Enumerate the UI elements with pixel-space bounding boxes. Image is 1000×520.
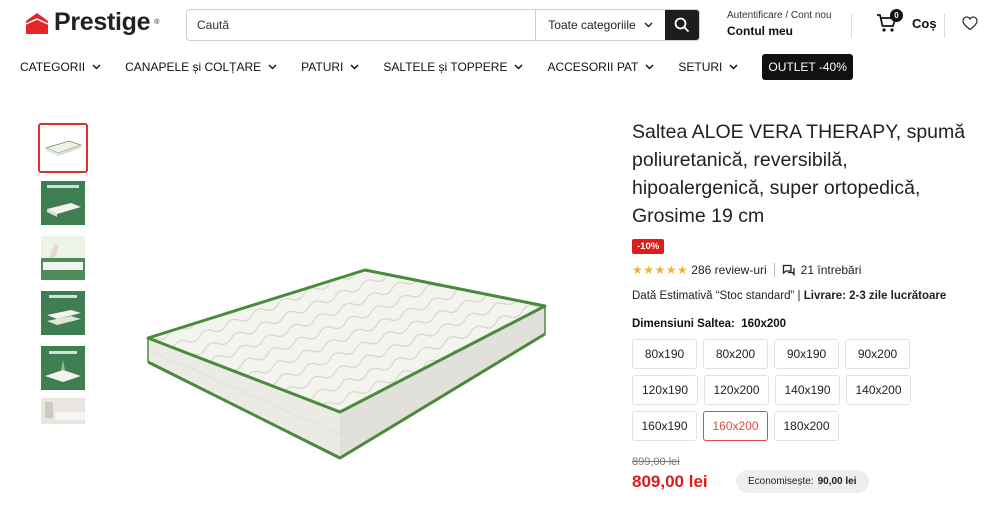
savings-label: Economisește:	[748, 476, 814, 487]
divider	[773, 263, 775, 277]
size-option-180x200[interactable]: 180x200	[774, 411, 839, 441]
size-option-160x190[interactable]: 160x190	[632, 411, 697, 441]
nav-outlet-button[interactable]: OUTLET -40%	[762, 54, 853, 80]
brand-logo[interactable]: Prestige ®	[24, 8, 159, 37]
product-title: Saltea ALOE VERA THERAPY, spumă poliuret…	[632, 121, 966, 227]
promo-thumbnail-image	[41, 181, 85, 225]
search-icon	[674, 17, 690, 33]
size-option-90x190[interactable]: 90x190	[774, 339, 839, 369]
thumbnail-6[interactable]	[38, 398, 88, 426]
nav-item-label: ACCESORII PAT	[547, 60, 639, 74]
heart-icon	[962, 16, 978, 31]
lifestyle-thumbnail-image	[41, 236, 85, 280]
chevron-down-icon	[729, 64, 738, 70]
price-row: 809,00 lei Economisește: 90,00 lei	[632, 470, 982, 493]
current-price: 809,00 lei	[632, 471, 708, 491]
nav-item-accesorii[interactable]: ACCESORII PAT	[547, 60, 654, 74]
wishlist-button[interactable]	[962, 16, 978, 36]
cart-count-badge: 0	[890, 9, 903, 22]
savings-value: 90,00 lei	[817, 476, 857, 487]
thumbnail-1[interactable]	[38, 123, 88, 173]
reviews-link[interactable]: 286 review-uri	[691, 263, 766, 277]
nav-item-seturi[interactable]: SETURI	[678, 60, 738, 74]
product-info: Saltea ALOE VERA THERAPY, spumă poliuret…	[632, 118, 982, 493]
brand-name: Prestige	[54, 8, 151, 36]
cart-icon: 0	[876, 9, 903, 33]
size-options: 80x190 80x200 90x190 90x200 120x190 120x…	[632, 339, 972, 447]
thumbnail-4[interactable]	[38, 288, 88, 338]
search-button[interactable]	[665, 10, 699, 40]
chevron-down-icon	[644, 22, 653, 28]
account-main-label: Contul meu	[727, 24, 793, 38]
size-option-120x200[interactable]: 120x200	[704, 375, 769, 405]
thumbnail-3[interactable]	[38, 233, 88, 283]
mattress-thumbnail-image	[41, 126, 85, 170]
delivery-estimate: Dată Estimativă “Stoc standard” |	[632, 290, 804, 302]
search-input[interactable]	[187, 10, 535, 40]
nav-item-label: SETURI	[678, 60, 723, 74]
dimension-selected-value: 160x200	[741, 318, 787, 330]
size-option-90x200[interactable]: 90x200	[845, 339, 910, 369]
aloe-thumbnail-image	[41, 346, 85, 390]
category-select-label: Toate categoriile	[548, 18, 636, 32]
cart-button[interactable]: 0 Coș	[876, 9, 937, 33]
brand-reg: ®	[154, 19, 160, 26]
size-option-80x190[interactable]: 80x190	[632, 339, 697, 369]
star-rating[interactable]: ★★★★★	[632, 263, 688, 277]
search-bar: Toate categoriile	[186, 9, 700, 41]
chevron-down-icon	[350, 64, 359, 70]
thumbnail-5[interactable]	[38, 343, 88, 393]
old-price: 899,00 lei	[632, 456, 680, 468]
nav-item-canapele[interactable]: CANAPELE și COLȚARE	[125, 60, 277, 74]
size-option-120x190[interactable]: 120x190	[632, 375, 698, 405]
chevron-down-icon	[268, 64, 277, 70]
divider	[851, 14, 852, 38]
dimension-label: Dimensiuni Saltea: 160x200	[632, 318, 982, 330]
chevron-down-icon	[92, 64, 101, 70]
size-option-80x200[interactable]: 80x200	[703, 339, 768, 369]
cart-label: Coș	[912, 15, 937, 31]
bedroom-thumbnail-image	[41, 398, 85, 424]
chevron-down-icon	[645, 64, 654, 70]
nav-item-paturi[interactable]: PATURI	[301, 60, 359, 74]
divider	[944, 14, 945, 38]
delivery-time: Livrare: 2-3 zile lucrătoare	[803, 290, 947, 302]
nav-item-label: SALTELE și TOPPERE	[383, 60, 508, 74]
nav-item-label: CANAPELE și COLȚARE	[125, 60, 262, 74]
category-select[interactable]: Toate categoriile	[535, 10, 665, 40]
size-option-140x190[interactable]: 140x190	[775, 375, 840, 405]
size-option-140x200[interactable]: 140x200	[846, 375, 911, 405]
nav-item-label: PATURI	[301, 60, 344, 74]
logo-house-icon	[25, 12, 49, 34]
chat-bubble-icon	[782, 264, 795, 276]
nav-item-saltele[interactable]: SALTELE și TOPPERE	[383, 60, 523, 74]
rating-row: ★★★★★ 286 review-uri 21 întrebări	[632, 263, 982, 277]
account-link[interactable]: Autentificare / Cont nou Contul meu	[727, 10, 832, 38]
nav-item-categorii[interactable]: CATEGORII	[20, 60, 101, 74]
account-sub-label: Autentificare / Cont nou	[727, 10, 832, 21]
thumbnail-2[interactable]	[38, 178, 88, 228]
savings-badge: Economisește: 90,00 lei	[736, 470, 869, 493]
chevron-down-icon	[514, 64, 523, 70]
thumbnail-gallery	[38, 123, 88, 431]
site-header: Prestige® Toate categoriile Autentificar…	[0, 0, 1000, 50]
dimension-label-text: Dimensiuni Saltea:	[632, 318, 735, 330]
questions-link[interactable]: 21 întrebări	[801, 263, 862, 277]
layers-thumbnail-image	[41, 291, 85, 335]
delivery-info: Dată Estimativă “Stoc standard” | Livrar…	[632, 290, 982, 302]
product-main-image[interactable]	[140, 262, 560, 477]
main-nav: CATEGORII CANAPELE și COLȚARE PATURI SAL…	[20, 54, 853, 80]
nav-item-label: CATEGORII	[20, 60, 86, 74]
discount-badge: -10%	[632, 239, 665, 254]
size-option-160x200[interactable]: 160x200	[703, 411, 768, 441]
